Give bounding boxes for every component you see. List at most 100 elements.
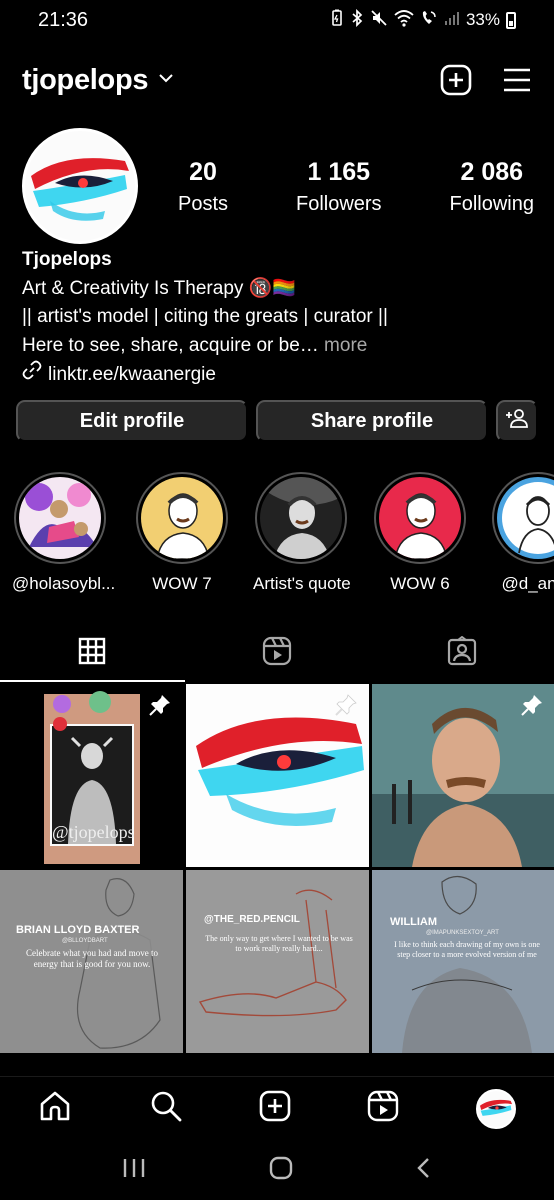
- highlight-ring: [255, 472, 347, 564]
- highlight-cover: [379, 477, 461, 559]
- profile-avatar[interactable]: [475, 1088, 516, 1129]
- highlight-ring: [492, 472, 554, 564]
- share-profile-button[interactable]: Share profile: [256, 400, 488, 442]
- post-caption: @tjopelops: [52, 822, 135, 842]
- grid-icon: [78, 637, 106, 670]
- post-quote: I like to think each drawing of my own i…: [394, 940, 540, 959]
- highlight-cover: [260, 477, 342, 559]
- chevron-down-icon: [158, 71, 174, 89]
- highlight-item[interactable]: @d_any_: [490, 472, 554, 594]
- mute-icon: [370, 9, 388, 32]
- highlight-ring: [14, 472, 106, 564]
- create-post-icon[interactable]: [440, 64, 472, 96]
- post-thumbnail[interactable]: [372, 684, 554, 867]
- reels-icon[interactable]: [367, 1090, 399, 1127]
- pin-icon: [149, 694, 171, 721]
- highlight-label: @holasoybl...: [12, 574, 116, 593]
- more-link[interactable]: more: [319, 335, 367, 356]
- tab-reels[interactable]: [185, 624, 370, 682]
- tab-posts-grid[interactable]: [0, 624, 185, 682]
- username: tjopelops: [22, 63, 149, 96]
- highlight-item[interactable]: @holasoybl...: [12, 472, 116, 594]
- profile-bio: Tjopelops Art & Creativity Is Therapy 🔞🏳…: [22, 246, 532, 390]
- bio-line-3: Here to see, share, acquire or be… more: [22, 332, 532, 361]
- followers-label: Followers: [295, 193, 382, 215]
- highlight-label: @d_any_: [501, 574, 554, 593]
- status-icons: 33%: [330, 8, 516, 32]
- back-icon[interactable]: [416, 1157, 432, 1184]
- status-time: 21:36: [38, 8, 89, 31]
- highlight-label: Artist's quote: [253, 574, 351, 593]
- display-name: Tjopelops: [22, 249, 112, 270]
- followers-count: 1 165: [307, 158, 371, 186]
- following-label: Following: [449, 193, 534, 215]
- bio-line-3-text: Here to see, share, acquire or be: [22, 334, 300, 356]
- posts-count: 20: [189, 158, 217, 186]
- highlight-cover: [497, 477, 554, 559]
- pin-icon: [521, 694, 543, 721]
- profile-stats: 20 Posts 1 165 Followers 2 086 Following: [178, 158, 534, 216]
- pin-icon: [335, 694, 357, 721]
- bio-link[interactable]: linktr.ee/kwaanergie: [22, 360, 532, 390]
- bio-ellipsis: …: [299, 334, 319, 356]
- tagged-icon: [447, 635, 477, 671]
- highlight-ring: [374, 472, 466, 564]
- bottom-navigation: [0, 1076, 554, 1140]
- post-thumbnail[interactable]: @THE_RED.PENCIL The only way to get wher…: [186, 870, 369, 1053]
- post-title: @THE_RED.PENCIL: [204, 914, 300, 925]
- post-title: WILLIAM: [390, 916, 438, 928]
- new-post-icon[interactable]: [259, 1090, 291, 1127]
- posts-grid: @tjopelops BRIAN LLOYD BAXTER @BLLOYDBAR…: [0, 684, 554, 1076]
- bio-line-1: Art & Creativity Is Therapy 🔞🏳️‍🌈: [22, 277, 296, 299]
- system-navigation: [0, 1140, 554, 1200]
- highlight-cover: [19, 477, 101, 559]
- following-count: 2 086: [460, 158, 524, 186]
- profile-tabs: [0, 624, 554, 682]
- search-icon[interactable]: [149, 1089, 183, 1128]
- edit-profile-button[interactable]: Edit profile: [16, 400, 248, 442]
- highlight-item[interactable]: WOW 6: [372, 472, 468, 594]
- highlight-cover: [141, 477, 223, 559]
- tab-tagged[interactable]: [369, 624, 554, 682]
- bio-line-2: || artist's model | citing the greats | …: [22, 306, 388, 327]
- highlight-ring: [136, 472, 228, 564]
- highlight-label: WOW 7: [152, 574, 212, 593]
- post-handle: @BLLOYDBART: [62, 938, 108, 944]
- link-icon: [22, 360, 42, 390]
- bluetooth-icon: [350, 8, 364, 32]
- profile-avatar[interactable]: [22, 128, 138, 244]
- post-quote: The only way to get where I wanted to be…: [205, 934, 353, 953]
- stat-followers[interactable]: 1 165 Followers: [296, 158, 382, 216]
- post-quote: Celebrate what you had and move to energ…: [26, 948, 158, 969]
- stat-following[interactable]: 2 086 Following: [450, 158, 534, 216]
- post-title: BRIAN LLOYD BAXTER: [16, 924, 140, 936]
- recent-apps-icon[interactable]: [122, 1157, 146, 1184]
- menu-icon[interactable]: [502, 67, 532, 93]
- profile-header: tjopelops: [22, 56, 532, 104]
- highlight-item[interactable]: Artist's quote: [253, 472, 351, 594]
- status-bar: 21:36 33%: [0, 0, 554, 40]
- add-person-icon: [505, 408, 529, 434]
- highlight-item[interactable]: WOW 7: [134, 472, 230, 594]
- story-highlights: @holasoybl... WOW 7 Artist's quote WOW 6…: [0, 472, 554, 602]
- discover-people-button[interactable]: [496, 400, 538, 442]
- post-thumbnail[interactable]: @tjopelops: [0, 684, 183, 867]
- link-text: linktr.ee/kwaanergie: [48, 363, 216, 385]
- battery-percent: 33%: [465, 10, 500, 29]
- home-icon[interactable]: [38, 1089, 72, 1128]
- battery-saver-icon: [330, 9, 344, 32]
- battery-icon: [506, 11, 516, 29]
- post-thumbnail[interactable]: WILLIAM @IMAPUNKSEXTOY_ART I like to thi…: [372, 870, 554, 1053]
- account-switcher[interactable]: tjopelops: [22, 64, 174, 97]
- highlight-label: WOW 6: [390, 574, 450, 593]
- profile-actions: Edit profile Share profile: [16, 400, 538, 442]
- post-thumbnail[interactable]: BRIAN LLOYD BAXTER @BLLOYDBART Celebrate…: [0, 870, 183, 1053]
- post-thumbnail[interactable]: [186, 684, 369, 867]
- signal-icon: [444, 9, 460, 32]
- reels-icon: [262, 636, 292, 671]
- wifi-calling-icon: [420, 9, 438, 32]
- wifi-icon: [394, 9, 414, 32]
- posts-label: Posts: [178, 193, 229, 215]
- stat-posts[interactable]: 20 Posts: [178, 158, 228, 216]
- home-button-icon[interactable]: [269, 1156, 293, 1185]
